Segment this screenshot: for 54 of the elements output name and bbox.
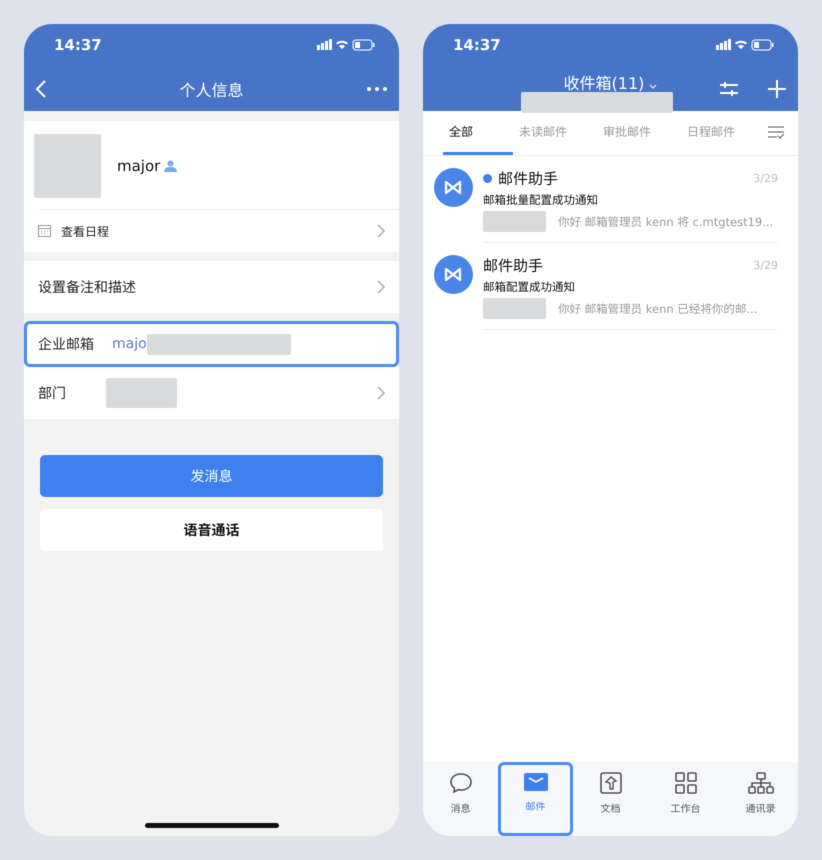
person-icon	[164, 160, 178, 172]
redaction-block	[106, 378, 177, 408]
redaction-block	[34, 134, 101, 198]
mail-preview: 你好 邮箱管理员 kenn 已经将你的邮...	[558, 300, 758, 316]
redaction-block	[483, 298, 546, 319]
mail-assistant-avatar	[434, 255, 473, 294]
grid-icon	[674, 772, 696, 794]
voice-call-button[interactable]: 语音通话	[40, 509, 383, 551]
tab-bar-item[interactable]: 消息	[423, 762, 498, 836]
page-title: 个人信息	[180, 80, 244, 100]
mail-subject: 邮箱配置成功通知	[483, 279, 576, 295]
back-icon[interactable]	[36, 80, 46, 98]
redaction-block	[483, 211, 546, 232]
chevron-right-icon	[377, 280, 385, 294]
chevron-right-icon	[377, 386, 385, 400]
row-label: 企业邮箱	[38, 336, 94, 354]
status-icons	[716, 39, 774, 51]
more-icon[interactable]	[367, 86, 387, 90]
schedule-link[interactable]: 查看日程	[38, 209, 399, 252]
list-filter-icon[interactable]	[768, 126, 784, 140]
tab-bar-item[interactable]: 邮件	[498, 762, 573, 836]
mail-date: 3/29	[753, 172, 778, 185]
status-time: 14:37	[453, 36, 501, 54]
mail-date: 3/29	[753, 259, 778, 272]
send-message-button[interactable]: 发消息	[40, 455, 383, 497]
tab-bar-item[interactable]: 工作台	[648, 762, 723, 836]
calendar-icon	[38, 225, 51, 237]
caret-icon	[649, 84, 658, 89]
mail-subject: 邮箱批量配置成功通知	[483, 192, 599, 208]
envelope-icon	[524, 772, 548, 792]
mail-sender: 邮件助手	[483, 256, 544, 276]
profile-name: major	[117, 157, 160, 175]
chat-bubble-icon	[448, 772, 472, 794]
tab-bar-item[interactable]: 文档	[573, 762, 648, 836]
highlighted-row[interactable]: 企业邮箱 majo	[24, 321, 399, 367]
document-icon	[600, 772, 622, 794]
plus-icon[interactable]	[768, 80, 786, 98]
status-icons	[317, 39, 375, 51]
tab-bar-item[interactable]: 通讯录	[723, 762, 798, 836]
org-chart-icon	[748, 772, 774, 794]
row-label: 部门	[38, 385, 66, 403]
info-row[interactable]: 部门	[24, 367, 399, 419]
chevron-right-icon	[377, 224, 385, 238]
row-label: 设置备注和描述	[38, 279, 136, 297]
mailbox-title[interactable]: 收件箱(11)	[564, 70, 658, 94]
filter-icon[interactable]	[720, 82, 738, 96]
mail-item[interactable]: 邮件助手 3/29 邮箱配置成功通知 你好 邮箱管理员 kenn 已经将你的邮...	[423, 243, 798, 330]
info-row[interactable]: 设置备注和描述	[24, 261, 399, 313]
status-time: 14:37	[54, 36, 102, 54]
mail-preview: 你好 邮箱管理员 kenn 将 c.mtgtest19...	[558, 214, 774, 230]
email-value: majo	[112, 336, 147, 352]
mail-item[interactable]: 邮件助手 3/29 邮箱批量配置成功通知 你好 邮箱管理员 kenn 将 c.mtgtest19...	[423, 156, 798, 243]
mail-assistant-avatar	[434, 168, 473, 207]
mail-sender: 邮件助手	[498, 169, 560, 189]
